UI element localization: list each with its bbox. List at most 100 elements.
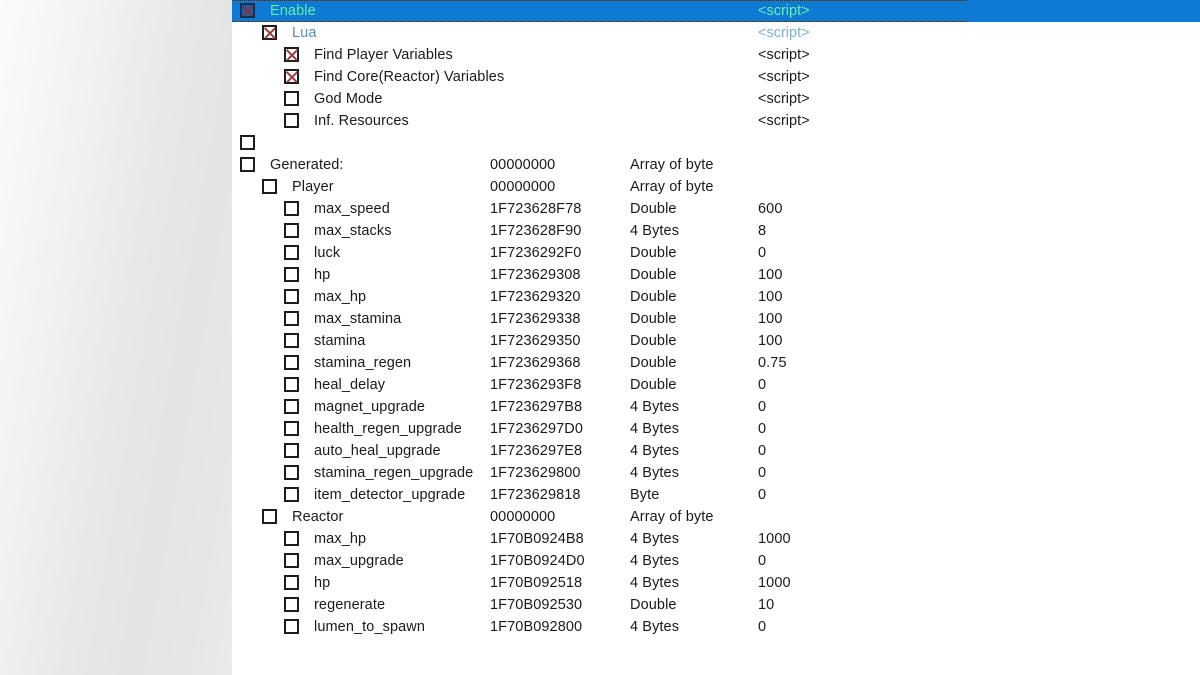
row-value[interactable]: 0: [758, 616, 766, 638]
row-script-marker[interactable]: <script>: [758, 44, 810, 66]
row-description[interactable]: Reactor: [292, 506, 343, 528]
row-checkbox-unchecked[interactable]: [284, 421, 299, 436]
table-row[interactable]: Generated: 00000000 Array of byte: [232, 154, 1200, 176]
row-description[interactable]: item_detector_upgrade: [314, 484, 465, 506]
row-address[interactable]: 1F723628F90: [490, 220, 581, 242]
row-address[interactable]: 1F723629308: [490, 264, 581, 286]
row-checkbox-unchecked[interactable]: [284, 245, 299, 260]
row-address[interactable]: 1F7236293F8: [490, 374, 581, 396]
row-type[interactable]: Double: [630, 594, 677, 616]
row-checkbox-unchecked[interactable]: [284, 201, 299, 216]
row-address[interactable]: 1F7236297E8: [490, 440, 582, 462]
row-value[interactable]: 0: [758, 440, 766, 462]
row-type[interactable]: 4 Bytes: [630, 550, 679, 572]
table-row[interactable]: regenerate 1F70B092530 Double 10: [232, 594, 1200, 616]
row-checkbox-unchecked[interactable]: [284, 113, 299, 128]
row-description[interactable]: Player: [292, 176, 334, 198]
table-row[interactable]: Enable <script>: [232, 0, 1200, 22]
table-row[interactable]: max_stamina 1F723629338 Double 100: [232, 308, 1200, 330]
row-value[interactable]: 0: [758, 418, 766, 440]
row-type[interactable]: Double: [630, 264, 677, 286]
row-type[interactable]: 4 Bytes: [630, 528, 679, 550]
row-description[interactable]: auto_heal_upgrade: [314, 440, 441, 462]
row-checkbox-unchecked[interactable]: [284, 355, 299, 370]
row-checkbox-unchecked[interactable]: [284, 267, 299, 282]
row-value[interactable]: 0: [758, 484, 766, 506]
row-type[interactable]: Double: [630, 286, 677, 308]
row-value[interactable]: 0: [758, 396, 766, 418]
row-description[interactable]: max_stamina: [314, 308, 401, 330]
row-address[interactable]: 1F723629320: [490, 286, 581, 308]
row-description[interactable]: max_upgrade: [314, 550, 404, 572]
row-address[interactable]: 1F7236297D0: [490, 418, 583, 440]
row-description[interactable]: Find Player Variables: [314, 44, 453, 66]
row-type[interactable]: 4 Bytes: [630, 572, 679, 594]
row-checkbox-checked[interactable]: [240, 3, 255, 18]
row-type[interactable]: Double: [630, 330, 677, 352]
row-address[interactable]: 1F7236292F0: [490, 242, 581, 264]
row-checkbox-unchecked[interactable]: [284, 487, 299, 502]
row-address[interactable]: 1F70B0924B8: [490, 528, 584, 550]
cheat-table-rows[interactable]: Enable <script> Lua <script> Find Player Var…: [232, 0, 1200, 638]
table-row[interactable]: stamina_regen 1F723629368 Double 0.75: [232, 352, 1200, 374]
row-checkbox-unchecked[interactable]: [262, 509, 277, 524]
row-checkbox-unchecked[interactable]: [284, 377, 299, 392]
table-row[interactable]: auto_heal_upgrade 1F7236297E8 4 Bytes 0: [232, 440, 1200, 462]
row-type[interactable]: Double: [630, 198, 677, 220]
row-type[interactable]: 4 Bytes: [630, 396, 679, 418]
row-address[interactable]: 1F70B092800: [490, 616, 582, 638]
row-value[interactable]: 1000: [758, 572, 791, 594]
row-script-marker[interactable]: <script>: [758, 88, 810, 110]
table-row[interactable]: max_hp 1F70B0924B8 4 Bytes 1000: [232, 528, 1200, 550]
row-description[interactable]: max_speed: [314, 198, 390, 220]
row-value[interactable]: 100: [758, 286, 783, 308]
row-checkbox-unchecked[interactable]: [284, 597, 299, 612]
row-description[interactable]: Enable: [270, 0, 316, 22]
row-description[interactable]: magnet_upgrade: [314, 396, 425, 418]
table-row[interactable]: hp 1F70B092518 4 Bytes 1000: [232, 572, 1200, 594]
row-type[interactable]: 4 Bytes: [630, 440, 679, 462]
row-description[interactable]: max_stacks: [314, 220, 392, 242]
row-checkbox-unchecked[interactable]: [284, 531, 299, 546]
row-address[interactable]: 1F70B092530: [490, 594, 582, 616]
row-type[interactable]: Double: [630, 352, 677, 374]
row-type[interactable]: Array of byte: [630, 176, 714, 198]
row-description[interactable]: stamina_regen_upgrade: [314, 462, 473, 484]
cheat-table-panel[interactable]: Enable <script> Lua <script> Find Player Var…: [232, 0, 1200, 675]
row-type[interactable]: Byte: [630, 484, 659, 506]
table-row[interactable]: magnet_upgrade 1F7236297B8 4 Bytes 0: [232, 396, 1200, 418]
row-checkbox-unchecked[interactable]: [284, 465, 299, 480]
row-address[interactable]: 00000000: [490, 154, 555, 176]
row-script-marker[interactable]: <script>: [758, 0, 810, 22]
row-description[interactable]: heal_delay: [314, 374, 385, 396]
row-description[interactable]: max_hp: [314, 528, 366, 550]
table-row[interactable]: heal_delay 1F7236293F8 Double 0: [232, 374, 1200, 396]
row-address[interactable]: 1F723628F78: [490, 198, 581, 220]
row-type[interactable]: 4 Bytes: [630, 418, 679, 440]
table-row[interactable]: Find Core(Reactor) Variables <script>: [232, 66, 1200, 88]
row-description[interactable]: health_regen_upgrade: [314, 418, 462, 440]
row-checkbox-unchecked[interactable]: [284, 619, 299, 634]
row-description[interactable]: hp: [314, 572, 330, 594]
row-checkbox-unchecked[interactable]: [284, 333, 299, 348]
row-type[interactable]: Array of byte: [630, 154, 714, 176]
table-row[interactable]: item_detector_upgrade 1F723629818 Byte 0: [232, 484, 1200, 506]
row-value[interactable]: 0: [758, 462, 766, 484]
row-value[interactable]: 100: [758, 308, 783, 330]
row-address[interactable]: 1F723629800: [490, 462, 581, 484]
row-type[interactable]: Double: [630, 374, 677, 396]
row-description[interactable]: max_hp: [314, 286, 366, 308]
row-address[interactable]: 1F723629350: [490, 330, 581, 352]
row-description[interactable]: Inf. Resources: [314, 110, 409, 132]
row-type[interactable]: Array of byte: [630, 506, 714, 528]
row-value[interactable]: 8: [758, 220, 766, 242]
table-row[interactable]: Player 00000000 Array of byte: [232, 176, 1200, 198]
row-checkbox-unchecked[interactable]: [284, 223, 299, 238]
row-value[interactable]: 1000: [758, 528, 791, 550]
row-value[interactable]: 0: [758, 242, 766, 264]
row-checkbox-unchecked[interactable]: [284, 399, 299, 414]
row-value[interactable]: 10: [758, 594, 774, 616]
row-description[interactable]: regenerate: [314, 594, 385, 616]
table-row[interactable]: God Mode <script>: [232, 88, 1200, 110]
table-row[interactable]: health_regen_upgrade 1F7236297D0 4 Bytes 0: [232, 418, 1200, 440]
